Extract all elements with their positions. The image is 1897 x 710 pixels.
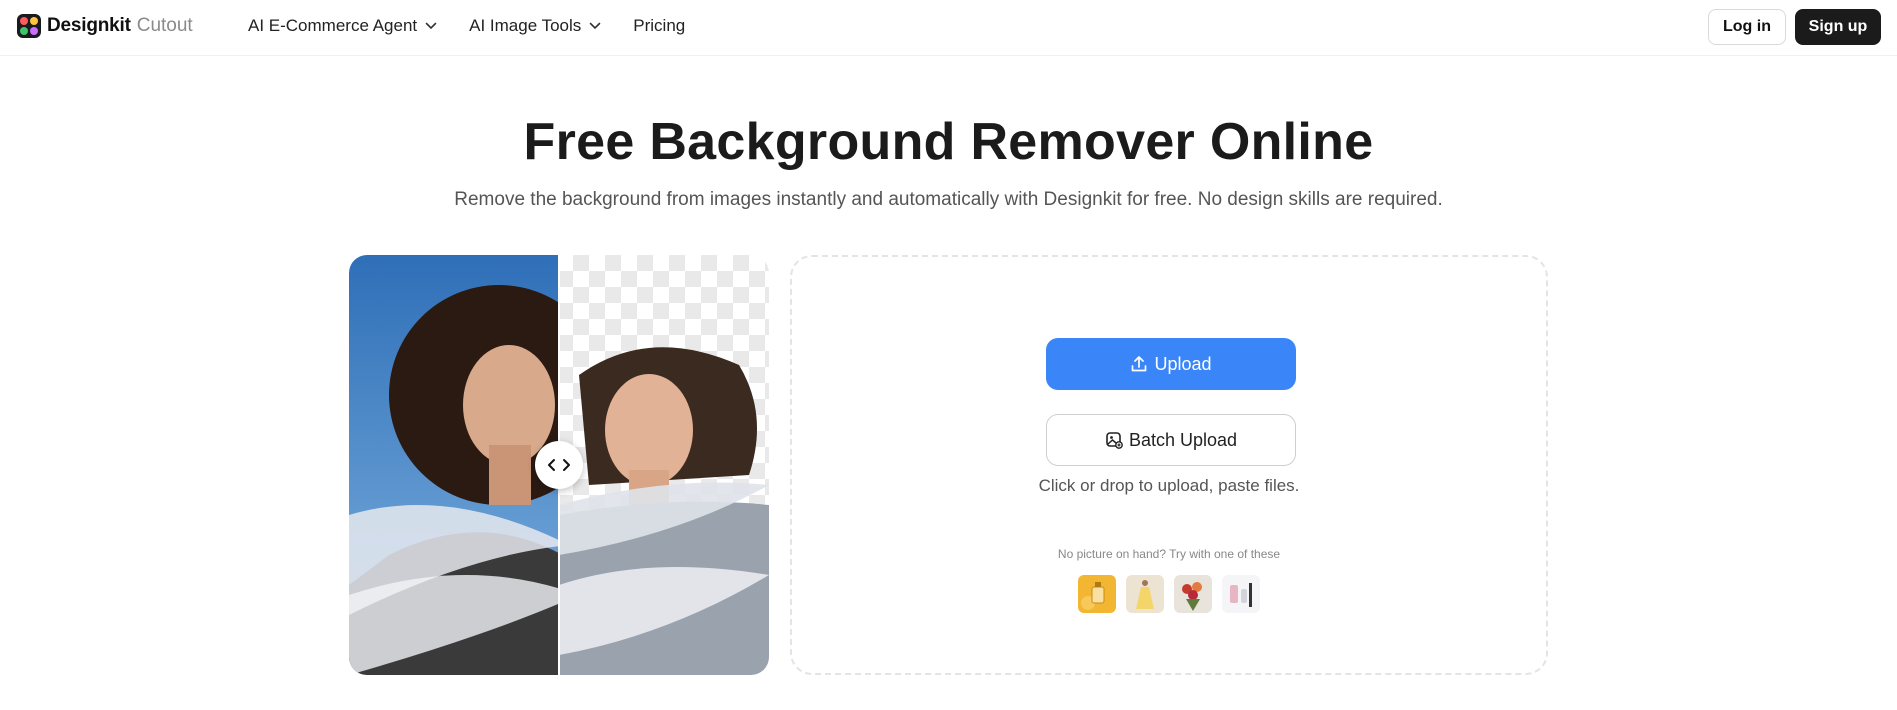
batch-upload-button[interactable]: Batch Upload — [1046, 414, 1296, 466]
nav-label: Pricing — [633, 16, 686, 35]
top-header: Designkit Cutout AI E-Commerce Agent AI … — [0, 0, 1897, 56]
sample-images — [1078, 575, 1260, 613]
upload-hint: Click or drop to upload, paste files. — [1038, 476, 1300, 495]
nav-pricing[interactable]: Pricing — [633, 16, 685, 36]
brand-product: Cutout — [136, 15, 193, 36]
sample-dress[interactable] — [1126, 575, 1164, 613]
main-nav: AI E-Commerce Agent AI Image Tools Prici… — [248, 0, 717, 52]
signup-button[interactable]: Sign up — [1795, 9, 1881, 45]
brand-name: Designkit — [47, 15, 131, 36]
batch-images-icon — [1106, 432, 1123, 449]
nav-label: AI Image Tools — [469, 16, 582, 35]
upload-button[interactable]: Upload — [1046, 338, 1296, 390]
nav-label: AI E-Commerce Agent — [248, 16, 418, 35]
login-button[interactable]: Log in — [1708, 9, 1786, 45]
logo-icon — [17, 14, 41, 38]
before-after-preview[interactable] — [349, 255, 769, 675]
chevron-down-icon — [589, 22, 601, 30]
sample-prompt: No picture on hand? Try with one of thes… — [1057, 547, 1281, 561]
sample-bouquet[interactable] — [1174, 575, 1212, 613]
left-right-arrows-icon — [548, 459, 570, 471]
nav-ecommerce-agent[interactable]: AI E-Commerce Agent — [248, 16, 437, 36]
upload-label: Upload — [1154, 353, 1212, 374]
upload-icon — [1132, 356, 1147, 372]
upload-dropzone[interactable]: Upload Batch Upload Click or drop to upl… — [790, 255, 1548, 675]
brand-logo[interactable]: Designkit Cutout — [17, 14, 193, 38]
sample-cosmetics[interactable] — [1222, 575, 1260, 613]
page-subtitle: Remove the background from images instan… — [454, 189, 1443, 210]
batch-upload-label: Batch Upload — [1128, 429, 1238, 450]
compare-slider-handle[interactable] — [535, 441, 583, 489]
sample-perfume[interactable] — [1078, 575, 1116, 613]
page-title: Free Background Remover Online — [523, 113, 1374, 171]
nav-ai-image-tools[interactable]: AI Image Tools — [469, 16, 601, 36]
chevron-down-icon — [425, 22, 437, 30]
